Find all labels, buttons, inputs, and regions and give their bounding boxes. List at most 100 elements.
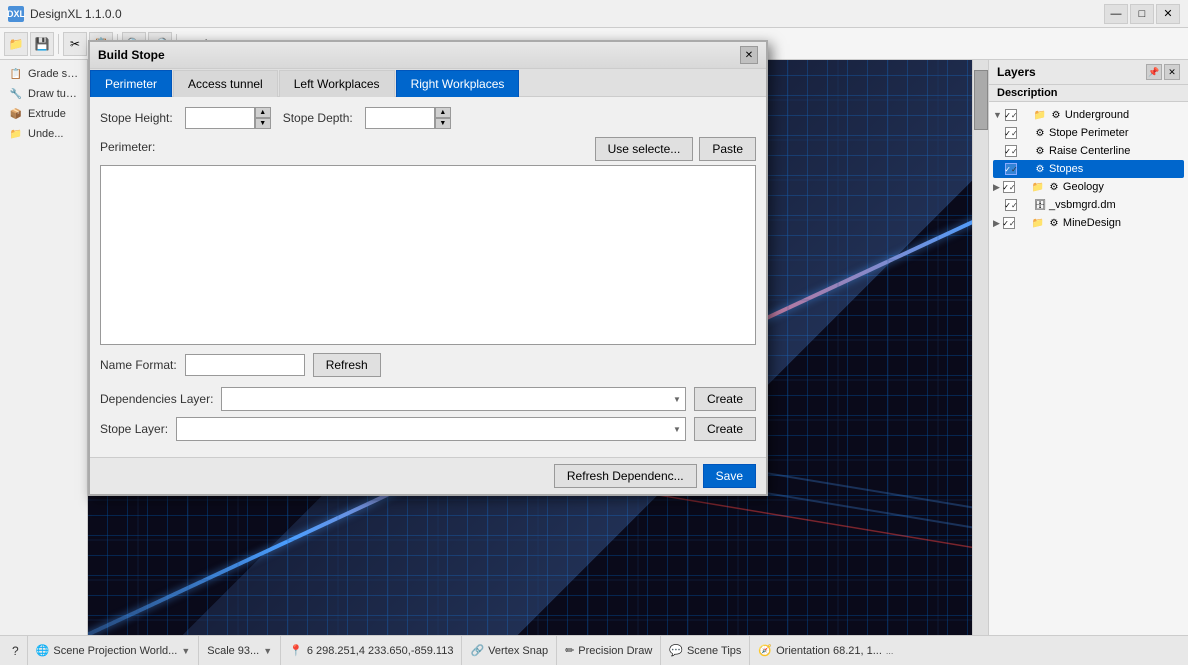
- help-icon: ?: [12, 644, 19, 658]
- underground-folder-icon: 📁: [1033, 108, 1047, 122]
- perimeter-label: Perimeter:: [100, 140, 155, 154]
- name-format-row: Name Format: %p Refresh: [100, 353, 756, 377]
- refresh-dependencies-button[interactable]: Refresh Dependenc...: [554, 464, 697, 488]
- draw-tunnel-icon: 🔧: [8, 86, 24, 102]
- layers-body[interactable]: ▼ ✓ 📁 ⚙ Underground ✓ ⚙ Stope Perimeter …: [989, 102, 1188, 635]
- layer-item-stopes[interactable]: ✓ ⚙ Stopes: [993, 160, 1184, 178]
- toolbar-btn-3[interactable]: ✂: [63, 32, 87, 56]
- sidebar-item-under[interactable]: 📁 Unde...: [4, 124, 83, 144]
- minedesign-gear-icon: ⚙: [1047, 216, 1061, 230]
- status-scene-tips[interactable]: 💬 Scene Tips: [661, 636, 750, 665]
- geology-folder-icon: 📁: [1031, 180, 1045, 194]
- sidebar-item-grade-string[interactable]: 📋 Grade string: [4, 64, 83, 84]
- underground-expand-icon: ▼: [993, 110, 1002, 120]
- scene-projection-icon: 🌐: [36, 644, 50, 657]
- toolbar-btn-2[interactable]: 💾: [30, 32, 54, 56]
- layers-panel: Layers 📌 ✕ Description ▼ ✓ 📁 ⚙ Undergrou…: [988, 60, 1188, 635]
- status-precision-draw[interactable]: ✏ Precision Draw: [557, 636, 661, 665]
- stope-height-arrows: ▲ ▼: [255, 107, 271, 129]
- stopes-check[interactable]: ✓: [1005, 163, 1017, 175]
- grade-string-icon: 📋: [8, 66, 24, 82]
- name-format-input[interactable]: %p: [185, 354, 305, 376]
- use-selected-button[interactable]: Use selecte...: [595, 137, 694, 161]
- layer-item-stope-perimeter[interactable]: ✓ ⚙ Stope Perimeter: [993, 124, 1184, 142]
- stope-height-up[interactable]: ▲: [255, 107, 271, 118]
- name-format-label: Name Format:: [100, 358, 177, 372]
- layers-pin-button[interactable]: 📌: [1146, 64, 1162, 80]
- status-scene-projection[interactable]: 🌐 Scene Projection World... ▼: [28, 636, 200, 665]
- vsbmgrd-check[interactable]: ✓: [1005, 199, 1017, 211]
- vsbmgrd-label: _vsbmgrd.dm: [1049, 199, 1184, 211]
- close-button[interactable]: ✕: [1156, 4, 1180, 24]
- underground-check[interactable]: ✓: [1005, 109, 1017, 121]
- layer-item-raise-centerline[interactable]: ✓ ⚙ Raise Centerline: [993, 142, 1184, 160]
- stope-perimeter-check[interactable]: ✓: [1005, 127, 1017, 139]
- toolbar-btn-1[interactable]: 📁: [4, 32, 28, 56]
- scene-projection-arrow: ▼: [181, 646, 190, 656]
- scene-projection-text: Scene Projection World...: [53, 645, 177, 657]
- extrude-icon: 📦: [8, 106, 24, 122]
- orientation-arrow: ...: [886, 646, 894, 656]
- paste-button[interactable]: Paste: [699, 137, 756, 161]
- orientation-icon: 🧭: [758, 644, 772, 657]
- sidebar-label-draw-tunnel: Draw tunnel: [28, 88, 79, 100]
- sidebar-item-extrude[interactable]: 📦 Extrude: [4, 104, 83, 124]
- raise-icon: ⚙: [1033, 144, 1047, 158]
- tab-left-workplaces[interactable]: Left Workplaces: [279, 70, 395, 97]
- stope-layer-combo[interactable]: ▼: [176, 417, 686, 441]
- coordinates-text: 6 298.251,4 233.650,-859.113: [307, 645, 454, 657]
- maximize-button[interactable]: □: [1130, 4, 1154, 24]
- status-scale[interactable]: Scale 93... ▼: [199, 636, 281, 665]
- dialog-close-button[interactable]: ✕: [740, 46, 758, 64]
- vertex-snap-text: Vertex Snap: [488, 645, 548, 657]
- stope-depth-input[interactable]: 0.00: [365, 107, 435, 129]
- tab-right-workplaces[interactable]: Right Workplaces: [396, 70, 520, 97]
- dependencies-layer-arrow: ▼: [673, 395, 681, 404]
- refresh-button[interactable]: Refresh: [313, 353, 381, 377]
- title-bar-left: DXL DesignXL 1.1.0.0: [8, 6, 122, 22]
- layer-item-minedesign[interactable]: ▶ ✓ 📁 ⚙ MineDesign: [993, 214, 1184, 232]
- geology-check[interactable]: ✓: [1003, 181, 1015, 193]
- sidebar-label-extrude: Extrude: [28, 108, 66, 120]
- layers-close-button[interactable]: ✕: [1164, 64, 1180, 80]
- dependencies-layer-combo[interactable]: ▼: [221, 387, 686, 411]
- minedesign-folder-icon: 📁: [1031, 216, 1045, 230]
- stope-depth-down[interactable]: ▼: [435, 118, 451, 129]
- minedesign-expand-icon: ▶: [993, 218, 1000, 229]
- status-orientation[interactable]: 🧭 Orientation 68.21, 1... ...: [750, 636, 901, 665]
- dialog-body: Stope Height: 0.00 ▲ ▼ Stope Depth: 0.00…: [90, 97, 766, 457]
- stope-layer-arrow: ▼: [673, 425, 681, 434]
- perimeter-actions: Use selecte... Paste: [595, 137, 756, 161]
- minedesign-label: MineDesign: [1063, 217, 1184, 229]
- minimize-button[interactable]: —: [1104, 4, 1128, 24]
- save-button[interactable]: Save: [703, 464, 756, 488]
- create-dependencies-button[interactable]: Create: [694, 387, 756, 411]
- stope-depth-arrows: ▲ ▼: [435, 107, 451, 129]
- stope-height-input[interactable]: 0.00: [185, 107, 255, 129]
- layer-item-vsbmgrd[interactable]: ✓ 🗄 _vsbmgrd.dm: [993, 196, 1184, 214]
- scene-tips-text: Scene Tips: [687, 645, 741, 657]
- dependencies-layer-row: Dependencies Layer: ▼ Create: [100, 387, 756, 411]
- dialog-title: Build Stope: [98, 48, 165, 62]
- stope-perimeter-icon: ⚙: [1033, 126, 1047, 140]
- status-vertex-snap[interactable]: 🔗 Vertex Snap: [462, 636, 557, 665]
- stope-height-down[interactable]: ▼: [255, 118, 271, 129]
- vertical-scrollbar[interactable]: [972, 60, 988, 635]
- vertical-scroll-thumb[interactable]: [974, 70, 988, 130]
- stopes-label: Stopes: [1049, 163, 1184, 175]
- layer-item-geology[interactable]: ▶ ✓ 📁 ⚙ Geology: [993, 178, 1184, 196]
- create-stope-layer-button[interactable]: Create: [694, 417, 756, 441]
- layer-item-underground[interactable]: ▼ ✓ 📁 ⚙ Underground: [993, 106, 1184, 124]
- status-help[interactable]: ?: [4, 636, 28, 665]
- raise-check[interactable]: ✓: [1005, 145, 1017, 157]
- orientation-text: Orientation 68.21, 1...: [776, 645, 882, 657]
- minedesign-check[interactable]: ✓: [1003, 217, 1015, 229]
- precision-draw-text: Precision Draw: [578, 645, 652, 657]
- vertex-snap-icon: 🔗: [470, 644, 484, 657]
- tab-perimeter[interactable]: Perimeter: [90, 70, 172, 97]
- sidebar-item-draw-tunnel[interactable]: 🔧 Draw tunnel: [4, 84, 83, 104]
- scale-arrow: ▼: [263, 646, 272, 656]
- stope-depth-up[interactable]: ▲: [435, 107, 451, 118]
- dialog-tabs: Perimeter Access tunnel Left Workplaces …: [90, 69, 766, 97]
- tab-access-tunnel[interactable]: Access tunnel: [173, 70, 278, 97]
